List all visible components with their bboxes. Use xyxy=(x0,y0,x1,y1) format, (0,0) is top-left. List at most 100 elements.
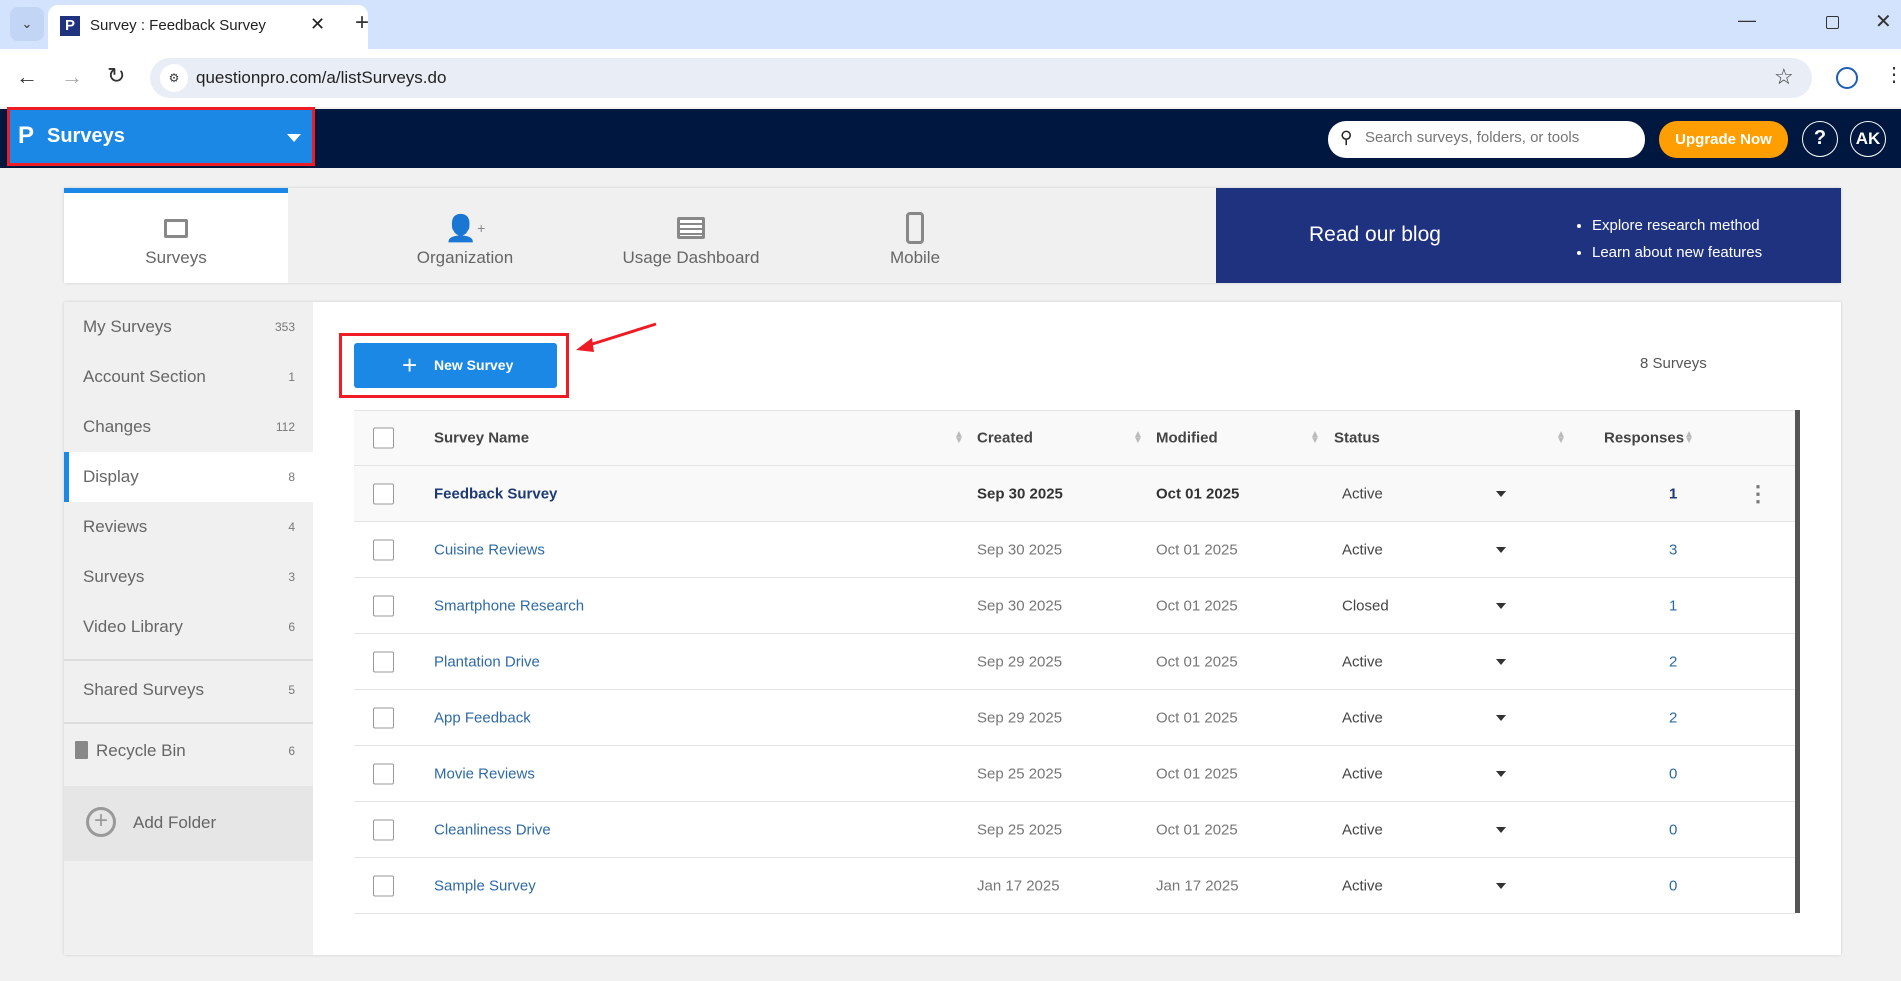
profile-icon[interactable] xyxy=(1836,67,1858,89)
row-checkbox[interactable] xyxy=(373,707,394,728)
status-value[interactable]: Active xyxy=(1342,765,1383,782)
table-row[interactable]: App Feedback Sep 29 2025 Oct 01 2025 Act… xyxy=(354,690,1795,746)
survey-name-link[interactable]: Cuisine Reviews xyxy=(434,541,545,558)
survey-name-link[interactable]: Cleanliness Drive xyxy=(434,821,551,838)
status-value[interactable]: Active xyxy=(1342,541,1383,558)
table-row[interactable]: Smartphone Research Sep 30 2025 Oct 01 2… xyxy=(354,578,1795,634)
tab-surveys[interactable]: Surveys xyxy=(64,188,288,283)
sidebar-item-my-surveys[interactable]: My Surveys 353 xyxy=(64,302,313,352)
table-row[interactable]: Cleanliness Drive Sep 25 2025 Oct 01 202… xyxy=(354,802,1795,858)
tab-usage-dashboard[interactable]: Usage Dashboard xyxy=(579,188,803,283)
url-field[interactable]: ⚙ questionpro.com/a/listSurveys.do ☆ xyxy=(150,58,1812,98)
help-button[interactable]: ? xyxy=(1802,121,1838,157)
responses-link[interactable]: 2 xyxy=(1669,709,1677,726)
new-tab-icon[interactable]: + xyxy=(355,9,369,37)
responses-link[interactable]: 0 xyxy=(1669,877,1677,894)
survey-name-link[interactable]: App Feedback xyxy=(434,709,531,726)
status-value[interactable]: Active xyxy=(1342,653,1383,670)
upgrade-now-button[interactable]: Upgrade Now xyxy=(1659,121,1788,158)
new-survey-button[interactable]: + New Survey xyxy=(354,343,557,388)
responses-link[interactable]: 0 xyxy=(1669,765,1677,782)
blog-banner[interactable]: Read our blog Explore research method Le… xyxy=(1216,188,1841,283)
survey-name-link[interactable]: Smartphone Research xyxy=(434,597,584,614)
row-checkbox[interactable] xyxy=(373,763,394,784)
select-all-checkbox[interactable] xyxy=(373,427,394,449)
table-scrollbar[interactable] xyxy=(1795,410,1800,913)
table-row[interactable]: Sample Survey Jan 17 2025 Jan 17 2025 Ac… xyxy=(354,858,1795,914)
site-settings-icon[interactable]: ⚙ xyxy=(160,64,188,92)
sidebar-item-shared-surveys[interactable]: Shared Surveys 5 xyxy=(64,665,313,715)
sidebar-item-video-library[interactable]: Video Library 6 xyxy=(64,602,313,652)
browser-tab[interactable]: P Survey : Feedback Survey ✕ xyxy=(48,5,368,49)
table-row[interactable]: Plantation Drive Sep 29 2025 Oct 01 2025… xyxy=(354,634,1795,690)
row-checkbox[interactable] xyxy=(373,539,394,560)
sidebar-item-display[interactable]: Display 8 xyxy=(64,452,313,502)
minimize-icon[interactable]: — xyxy=(1738,10,1756,31)
sidebar-item-changes[interactable]: Changes 112 xyxy=(64,402,313,452)
sidebar-item-reviews[interactable]: Reviews 4 xyxy=(64,502,313,552)
status-dropdown-icon[interactable] xyxy=(1496,714,1506,721)
restore-icon[interactable] xyxy=(1826,16,1839,29)
table-row[interactable]: Cuisine Reviews Sep 30 2025 Oct 01 2025 … xyxy=(354,522,1795,578)
sort-icon[interactable]: ▲ ▼ xyxy=(1556,430,1566,446)
status-value[interactable]: Active xyxy=(1342,877,1383,894)
responses-link[interactable]: 3 xyxy=(1669,541,1677,558)
status-dropdown-icon[interactable] xyxy=(1496,658,1506,665)
responses-link[interactable]: 1 xyxy=(1669,485,1677,502)
status-dropdown-icon[interactable] xyxy=(1496,602,1506,609)
responses-link[interactable]: 0 xyxy=(1669,821,1677,838)
column-created[interactable]: Created xyxy=(977,430,1033,447)
status-dropdown-icon[interactable] xyxy=(1496,770,1506,777)
column-responses[interactable]: Responses xyxy=(1604,430,1684,447)
sidebar-item-recycle-bin[interactable]: Recycle Bin 6 xyxy=(64,726,313,776)
row-checkbox[interactable] xyxy=(373,651,394,672)
row-checkbox[interactable] xyxy=(373,595,394,616)
product-switcher[interactable]: P Surveys xyxy=(7,107,315,166)
add-folder-button[interactable]: + Add Folder xyxy=(64,786,313,861)
status-dropdown-icon[interactable] xyxy=(1496,490,1506,497)
search-input[interactable] xyxy=(1365,129,1635,146)
reload-icon[interactable]: ↻ xyxy=(107,63,125,89)
tab-list-button[interactable]: ⌄ xyxy=(10,7,44,41)
row-checkbox[interactable] xyxy=(373,483,394,504)
sort-icon[interactable]: ▲ ▼ xyxy=(954,430,964,446)
close-tab-icon[interactable]: ✕ xyxy=(310,14,325,35)
survey-name-link[interactable]: Sample Survey xyxy=(434,877,536,894)
survey-name-link[interactable]: Feedback Survey xyxy=(434,485,557,502)
status-value[interactable]: Closed xyxy=(1342,597,1389,614)
survey-name-link[interactable]: Movie Reviews xyxy=(434,765,535,782)
status-dropdown-icon[interactable] xyxy=(1496,546,1506,553)
search-box[interactable]: ⚲ xyxy=(1328,121,1645,158)
avatar[interactable]: AK xyxy=(1850,121,1886,157)
folder-icon xyxy=(64,208,288,248)
tab-mobile[interactable]: Mobile xyxy=(803,188,1027,283)
status-dropdown-icon[interactable] xyxy=(1496,826,1506,833)
status-value[interactable]: Active xyxy=(1342,821,1383,838)
close-window-icon[interactable]: ✕ xyxy=(1875,9,1892,34)
sidebar-item-surveys[interactable]: Surveys 3 xyxy=(64,552,313,602)
status-dropdown-icon[interactable] xyxy=(1496,882,1506,889)
status-value[interactable]: Active xyxy=(1342,485,1383,502)
back-icon[interactable]: ← xyxy=(16,64,38,90)
tab-organization[interactable]: 👤 + Organization xyxy=(353,188,577,283)
responses-link[interactable]: 1 xyxy=(1669,597,1677,614)
responses-link[interactable]: 2 xyxy=(1669,653,1677,670)
survey-name-link[interactable]: Plantation Drive xyxy=(434,653,540,670)
forward-icon[interactable]: → xyxy=(61,64,83,90)
table-row[interactable]: Movie Reviews Sep 25 2025 Oct 01 2025 Ac… xyxy=(354,746,1795,802)
table-row[interactable]: Feedback Survey Sep 30 2025 Oct 01 2025 … xyxy=(354,466,1795,522)
sort-icon[interactable]: ▲ ▼ xyxy=(1133,430,1143,446)
sort-icon[interactable]: ▲ ▼ xyxy=(1310,430,1320,446)
column-modified[interactable]: Modified xyxy=(1156,430,1218,447)
bookmark-star-icon[interactable]: ☆ xyxy=(1774,64,1794,90)
status-value[interactable]: Active xyxy=(1342,709,1383,726)
row-checkbox[interactable] xyxy=(373,875,394,896)
browser-menu-icon[interactable]: ⋮ xyxy=(1884,62,1901,87)
sidebar-item-account-section[interactable]: Account Section 1 xyxy=(64,352,313,402)
modified-date: Oct 01 2025 xyxy=(1156,653,1238,670)
column-survey-name[interactable]: Survey Name xyxy=(434,430,529,447)
sort-icon[interactable]: ▲ ▼ xyxy=(1684,430,1694,446)
more-options-icon[interactable]: ⋮ xyxy=(1747,481,1769,507)
column-status[interactable]: Status xyxy=(1334,430,1380,447)
row-checkbox[interactable] xyxy=(373,819,394,840)
